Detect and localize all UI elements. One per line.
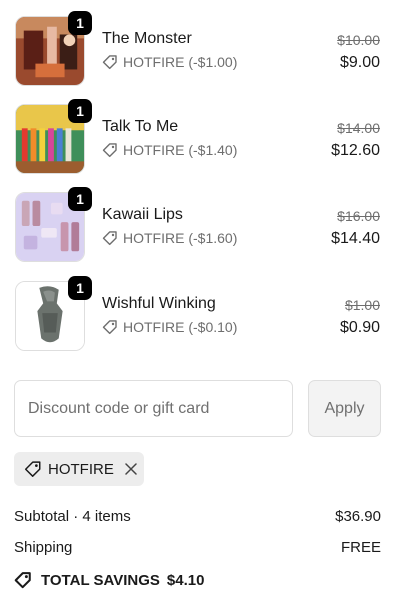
item-discount-label: HOTFIRE (-$1.00) bbox=[123, 54, 238, 70]
savings-label: TOTAL SAVINGS bbox=[41, 571, 160, 589]
tag-icon bbox=[102, 55, 117, 70]
discounted-price: $0.90 bbox=[339, 319, 380, 336]
applied-code-label: HOTFIRE bbox=[48, 460, 114, 478]
apply-button[interactable]: Apply bbox=[308, 380, 381, 437]
tag-icon bbox=[102, 320, 117, 335]
product-name: Wishful Winking bbox=[102, 295, 216, 312]
shipping-value: FREE bbox=[340, 539, 381, 556]
quantity-badge: 1 bbox=[68, 187, 92, 211]
savings-value: $4.10 bbox=[166, 571, 205, 589]
applied-discount-chip: HOTFIRE bbox=[14, 452, 144, 486]
shipping-row: Shipping FREE bbox=[14, 539, 381, 556]
original-price: $14.00 bbox=[337, 120, 380, 136]
subtotal-value: $36.90 bbox=[335, 508, 381, 525]
subtotal-label: Subtotal · 4 items bbox=[14, 508, 131, 525]
shipping-label: Shipping bbox=[14, 539, 73, 556]
product-name: Kawaii Lips bbox=[102, 206, 183, 223]
subtotal-row: Subtotal · 4 items $36.90 bbox=[14, 508, 381, 525]
product-name: Talk To Me bbox=[102, 118, 179, 135]
quantity-badge: 1 bbox=[68, 99, 92, 123]
product-name: The Monster bbox=[102, 30, 192, 47]
original-price: $10.00 bbox=[337, 32, 380, 48]
discount-code-input[interactable] bbox=[14, 380, 293, 437]
item-discount-label: HOTFIRE (-$1.40) bbox=[123, 142, 238, 158]
item-discount: HOTFIRE (-$1.60) bbox=[102, 230, 237, 246]
tag-icon bbox=[102, 143, 117, 158]
item-discount: HOTFIRE (-$1.00) bbox=[102, 54, 237, 70]
quantity-badge: 1 bbox=[68, 276, 92, 300]
item-discount-label: HOTFIRE (-$1.60) bbox=[123, 230, 238, 246]
item-discount-label: HOTFIRE (-$0.10) bbox=[123, 319, 238, 335]
item-discount: HOTFIRE (-$1.40) bbox=[102, 142, 237, 158]
item-discount: HOTFIRE (-$0.10) bbox=[102, 319, 237, 335]
discounted-price: $14.40 bbox=[331, 230, 380, 247]
line-item: 1 The Monster HOTFIRE (-$1.00) $10.00 $9… bbox=[0, 11, 400, 104]
original-price: $1.00 bbox=[344, 297, 380, 313]
line-item: 1 Kawaii Lips HOTFIRE (-$1.60) $16.00 $1… bbox=[0, 187, 400, 280]
quantity-badge: 1 bbox=[68, 11, 92, 35]
line-item: 1 Talk To Me HOTFIRE (-$1.40) $14.00 $12… bbox=[0, 99, 400, 192]
close-icon[interactable] bbox=[124, 462, 138, 476]
tag-icon bbox=[24, 461, 41, 477]
tag-icon bbox=[102, 231, 117, 246]
tag-icon bbox=[14, 572, 31, 589]
discounted-price: $12.60 bbox=[331, 142, 380, 159]
line-item: 1 Wishful Winking HOTFIRE (-$0.10) $1.00… bbox=[0, 276, 400, 369]
total-savings: TOTAL SAVINGS $4.10 bbox=[14, 571, 204, 589]
original-price: $16.00 bbox=[337, 208, 380, 224]
discounted-price: $9.00 bbox=[339, 54, 380, 71]
